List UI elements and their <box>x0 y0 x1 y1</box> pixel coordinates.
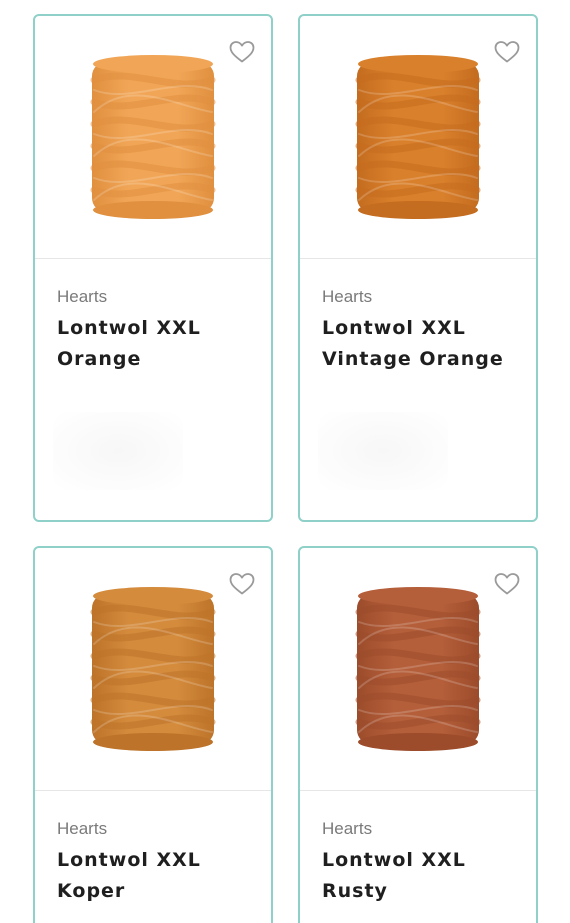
product-title-line1[interactable]: Lontwol XXL <box>322 849 466 871</box>
yarn-roll-image[interactable] <box>355 584 481 754</box>
product-info: Hearts Lontwol XXL Vintage Orange <box>300 259 536 375</box>
product-title-line1[interactable]: Lontwol XXL <box>322 317 466 339</box>
product-title[interactable]: Lontwol XXL Orange <box>57 313 249 375</box>
product-title[interactable]: Lontwol XXL Rusty <box>322 845 514 907</box>
product-brand: Hearts <box>57 819 108 838</box>
price-loading-placeholder <box>318 412 448 490</box>
product-title-line2[interactable]: Vintage Orange <box>322 348 504 370</box>
product-info: Hearts Lontwol XXL Orange <box>35 259 271 375</box>
product-brand: Hearts <box>57 287 108 306</box>
product-info: Hearts Lontwol XXL Rusty <box>300 791 536 907</box>
product-title-line2[interactable]: Koper <box>57 880 125 902</box>
product-image-area[interactable] <box>300 548 536 791</box>
product-card[interactable]: Hearts Lontwol XXL Orange <box>33 14 273 522</box>
yarn-roll-image[interactable] <box>355 52 481 222</box>
heart-outline-icon[interactable] <box>494 40 520 64</box>
product-image-area[interactable] <box>35 16 271 259</box>
price-loading-placeholder <box>53 412 183 490</box>
product-grid: Hearts Lontwol XXL Orange Hearts Lontwol… <box>0 0 570 923</box>
product-title-line1[interactable]: Lontwol XXL <box>57 849 201 871</box>
product-title-line2[interactable]: Rusty <box>322 880 388 902</box>
product-brand: Hearts <box>322 819 373 838</box>
product-card[interactable]: Hearts Lontwol XXL Vintage Orange <box>298 14 538 522</box>
product-image-area[interactable] <box>300 16 536 259</box>
heart-outline-icon[interactable] <box>229 40 255 64</box>
yarn-roll-image[interactable] <box>90 584 216 754</box>
product-info: Hearts Lontwol XXL Koper <box>35 791 271 907</box>
heart-outline-icon[interactable] <box>494 572 520 596</box>
product-image-area[interactable] <box>35 548 271 791</box>
product-title[interactable]: Lontwol XXL Koper <box>57 845 249 907</box>
product-title-line2[interactable]: Orange <box>57 348 141 370</box>
yarn-roll-image[interactable] <box>90 52 216 222</box>
product-brand: Hearts <box>322 287 373 306</box>
heart-outline-icon[interactable] <box>229 572 255 596</box>
product-card[interactable]: Hearts Lontwol XXL Koper <box>33 546 273 923</box>
product-title[interactable]: Lontwol XXL Vintage Orange <box>322 313 514 375</box>
product-card[interactable]: Hearts Lontwol XXL Rusty <box>298 546 538 923</box>
product-title-line1[interactable]: Lontwol XXL <box>57 317 201 339</box>
